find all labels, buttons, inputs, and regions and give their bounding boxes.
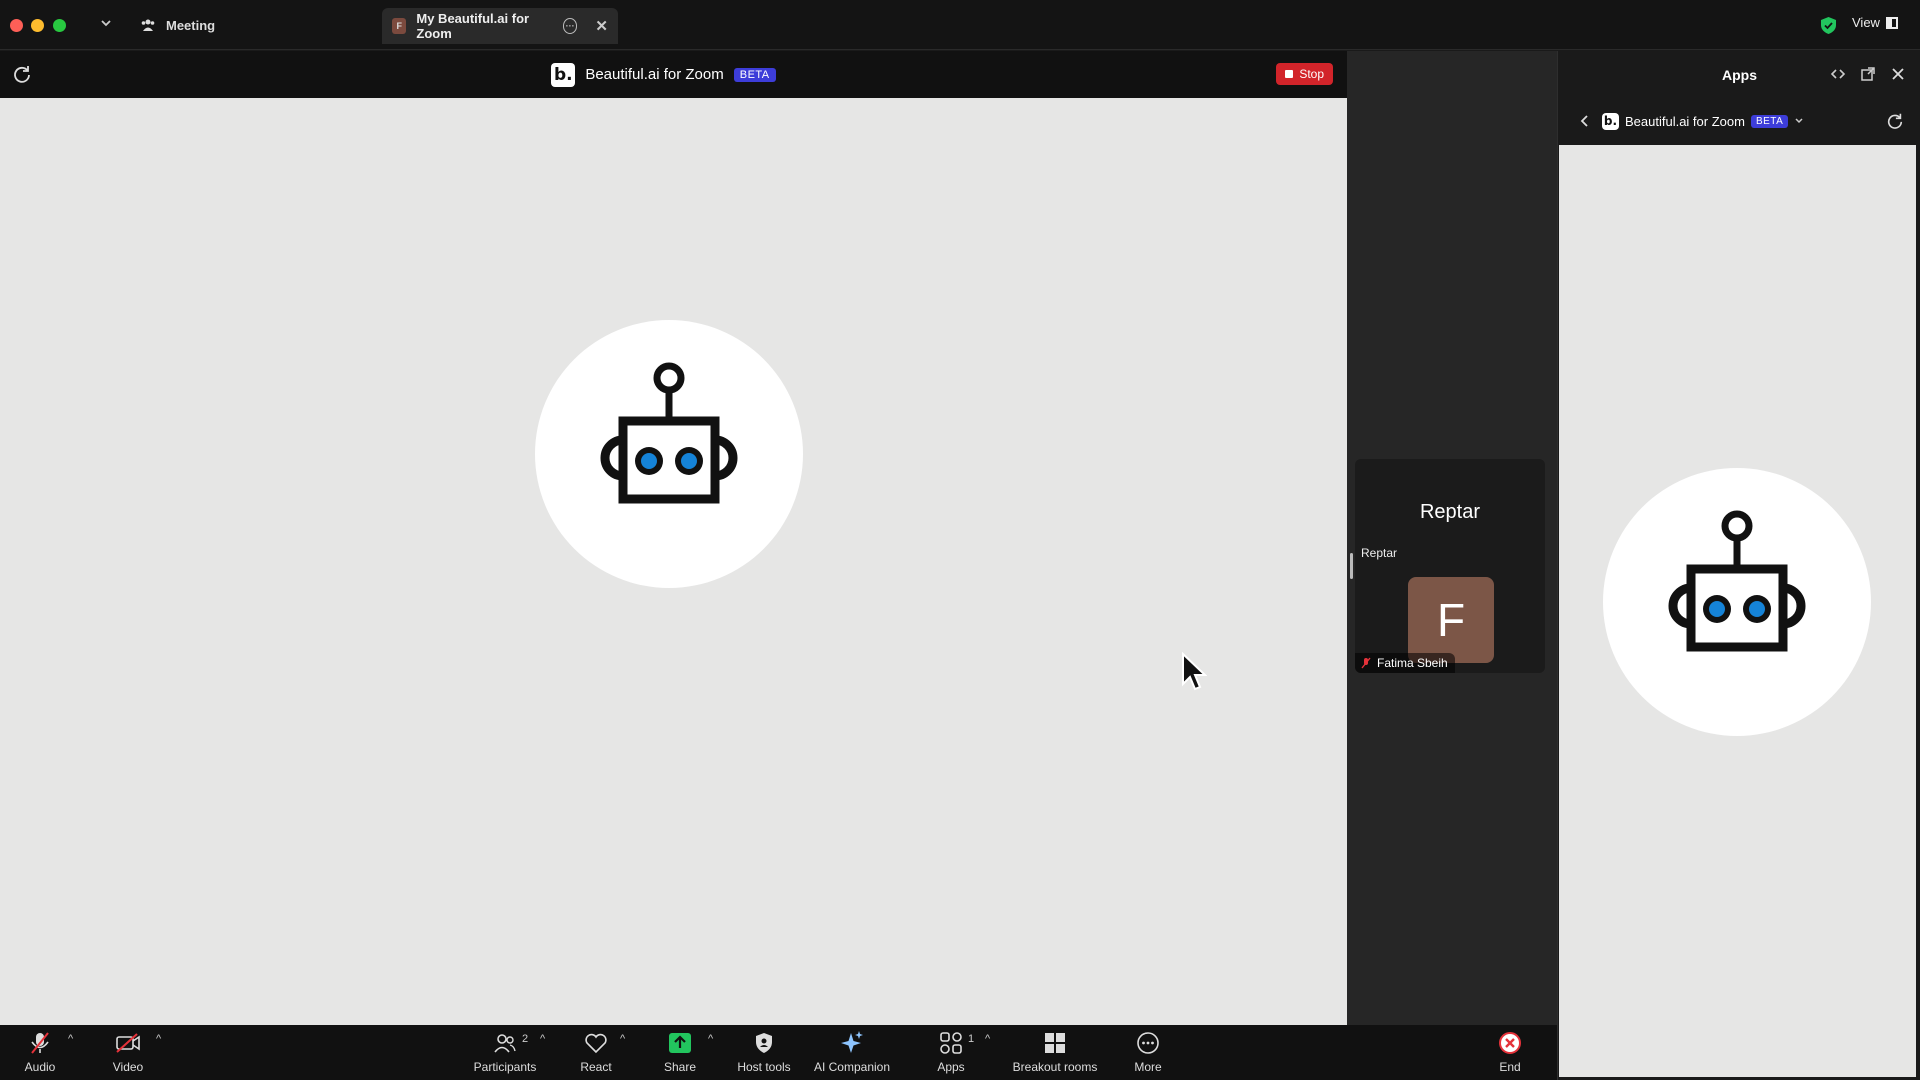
apps-icon: [940, 1032, 962, 1054]
apps-options-caret-icon[interactable]: ^: [985, 1033, 990, 1045]
audio-button[interactable]: Audio: [20, 1025, 60, 1080]
mic-muted-icon: [1361, 657, 1371, 669]
apps-panel-actions: [1830, 66, 1906, 82]
react-button[interactable]: React: [576, 1025, 616, 1080]
close-tab-icon[interactable]: ✕: [595, 17, 608, 35]
close-icon[interactable]: [1890, 66, 1906, 82]
code-icon[interactable]: [1830, 66, 1846, 82]
participant-tile[interactable]: Reptar Reptar F Fatima Sbeih: [1355, 459, 1545, 673]
apps-count: 1: [968, 1033, 975, 1045]
pop-out-icon[interactable]: [1860, 66, 1876, 82]
video-label: Video: [112, 1060, 144, 1074]
end-icon: [1499, 1032, 1521, 1054]
security-shield-icon[interactable]: [1820, 16, 1837, 35]
share-label: Share: [663, 1060, 697, 1074]
participants-button[interactable]: Participants: [470, 1025, 540, 1080]
maximize-window-button[interactable]: [53, 19, 66, 32]
host-tools-button[interactable]: Host tools: [734, 1025, 794, 1080]
beta-badge: BETA: [1750, 114, 1789, 128]
robot-illustration: [535, 320, 803, 588]
robot-icon: [1668, 510, 1806, 652]
stop-label: Stop: [1299, 67, 1324, 81]
grid-icon: [1045, 1033, 1065, 1053]
participants-count: 2: [522, 1033, 529, 1045]
meeting-tab[interactable]: Meeting: [140, 12, 215, 38]
heart-icon: [585, 1033, 607, 1054]
audio-label: Audio: [24, 1060, 56, 1074]
beautiful-ai-logo-icon: b.: [1602, 112, 1619, 130]
video-off-icon: [116, 1033, 140, 1053]
audio-options-caret-icon[interactable]: ^: [68, 1033, 73, 1045]
tile-subtitle: Reptar: [1361, 546, 1398, 560]
app-tab-label: My Beautiful.ai for Zoom: [416, 11, 530, 41]
apps-app-name[interactable]: Beautiful.ai for Zoom: [1625, 114, 1745, 129]
video-button[interactable]: Video: [108, 1025, 148, 1080]
more-label: More: [1134, 1060, 1162, 1074]
beautiful-ai-logo-icon: b.: [551, 62, 576, 87]
participants-options-caret-icon[interactable]: ^: [540, 1033, 545, 1045]
share-title-text: Beautiful.ai for Zoom: [585, 66, 724, 83]
meeting-toolbar: Audio ^ Video ^ Participants 2 ^ React ^…: [0, 1025, 1557, 1080]
host-tools-label: Host tools: [737, 1060, 791, 1074]
beta-badge: BETA: [733, 67, 776, 82]
tab-favicon: F: [392, 18, 407, 34]
robot-illustration: [1603, 468, 1871, 736]
robot-icon: [600, 362, 738, 504]
tile-title: Reptar: [1419, 501, 1481, 523]
close-window-button[interactable]: [10, 19, 23, 32]
apps-panel-title: Apps: [1722, 66, 1757, 83]
mic-muted-icon: [31, 1032, 49, 1054]
react-options-caret-icon[interactable]: ^: [620, 1033, 625, 1045]
share-options-caret-icon[interactable]: ^: [708, 1033, 713, 1045]
ai-companion-button[interactable]: AI Companion: [812, 1025, 892, 1080]
participants-icon: [494, 1034, 516, 1053]
minimize-window-button[interactable]: [31, 19, 44, 32]
participants-label: Participants: [473, 1060, 537, 1074]
share-button[interactable]: Share: [660, 1025, 700, 1080]
sparkle-icon: [841, 1031, 863, 1053]
resize-handle[interactable]: [1350, 553, 1353, 579]
view-button[interactable]: View: [1852, 15, 1898, 30]
video-options-caret-icon[interactable]: ^: [156, 1033, 161, 1045]
app-tab[interactable]: F My Beautiful.ai for Zoom ··· ✕: [382, 8, 618, 44]
chevron-down-icon[interactable]: [99, 16, 113, 30]
end-label: End: [1499, 1060, 1521, 1074]
chevron-down-icon[interactable]: [1794, 116, 1804, 126]
more-icon: [1137, 1032, 1159, 1054]
shield-icon: [756, 1033, 772, 1053]
meeting-tab-label: Meeting: [166, 17, 216, 33]
window-titlebar: Meeting F My Beautiful.ai for Zoom ··· ✕…: [0, 0, 1920, 50]
chevron-left-icon[interactable]: [1580, 114, 1590, 128]
share-header: b. Beautiful.ai for Zoom BETA Stop: [0, 51, 1347, 98]
breakout-rooms-button[interactable]: Breakout rooms: [1008, 1025, 1102, 1080]
stop-share-button[interactable]: Stop: [1276, 63, 1333, 85]
mouse-cursor-icon: [1182, 652, 1207, 691]
react-label: React: [580, 1060, 612, 1074]
avatar: F: [1408, 577, 1494, 663]
apps-button[interactable]: Apps: [931, 1025, 971, 1080]
more-options-icon[interactable]: ···: [562, 18, 578, 34]
breakout-rooms-label: Breakout rooms: [1012, 1060, 1098, 1074]
participant-name: Fatima Sbeih: [1377, 656, 1448, 670]
stop-icon: [1285, 70, 1294, 78]
ai-companion-label: AI Companion: [813, 1060, 891, 1074]
share-screen-icon: [669, 1033, 691, 1053]
participant-name-label: Fatima Sbeih: [1355, 653, 1455, 673]
view-layout-icon: [1885, 16, 1898, 29]
meeting-people-icon: [141, 19, 155, 31]
apps-label: Apps: [937, 1060, 965, 1074]
more-button[interactable]: More: [1128, 1025, 1168, 1080]
refresh-icon[interactable]: [1886, 112, 1904, 130]
refresh-icon[interactable]: [12, 64, 32, 84]
apps-app-bar: b. Beautiful.ai for Zoom BETA: [1558, 98, 1920, 144]
view-label: View: [1852, 15, 1880, 30]
end-meeting-button[interactable]: End: [1490, 1025, 1530, 1080]
share-title: b. Beautiful.ai for Zoom BETA: [551, 62, 776, 87]
